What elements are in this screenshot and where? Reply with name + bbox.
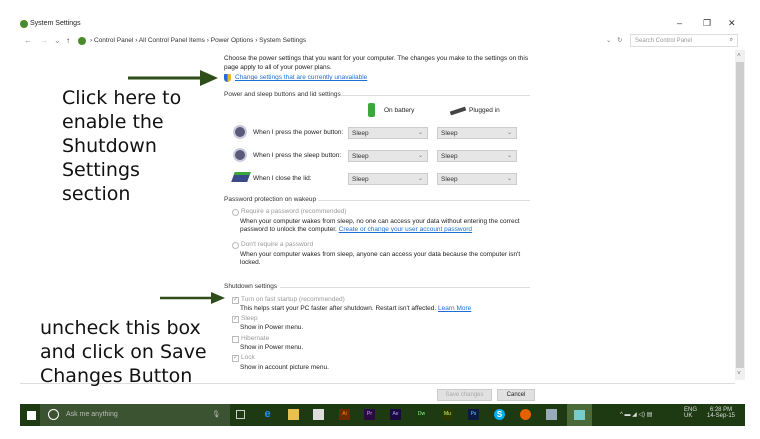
annotation-line: Changes Button xyxy=(40,365,193,387)
control-panel-icon xyxy=(574,410,585,420)
annotation-line: Click here to xyxy=(62,87,182,109)
cortana-search-box[interactable]: Ask me anything xyxy=(40,404,230,426)
arrow-to-fast-startup xyxy=(160,292,225,304)
annotation-line: Shutdown xyxy=(62,135,157,157)
annotation-line: and click on Save xyxy=(40,341,207,363)
control-panel-taskbar-button[interactable] xyxy=(567,404,592,426)
arrow-to-change-settings xyxy=(128,70,218,86)
annotation-enable-shutdown: Click here to enable the Shutdown Settin… xyxy=(62,86,181,206)
edge-icon[interactable]: e xyxy=(262,409,273,420)
annotation-uncheck-box: uncheck this box and click on Save Chang… xyxy=(40,316,207,388)
start-button-windows-icon[interactable] xyxy=(27,411,36,420)
illustrator-icon[interactable]: Ai xyxy=(339,409,350,420)
language-indicator[interactable]: ENG UK xyxy=(684,407,697,419)
date: 14-Sep-15 xyxy=(707,413,736,419)
search-placeholder: Ask me anything xyxy=(66,411,118,418)
premiere-icon[interactable]: Pr xyxy=(364,409,375,420)
photoshop-icon[interactable]: Ps xyxy=(468,409,479,420)
cortana-icon xyxy=(48,409,59,420)
file-explorer-icon[interactable] xyxy=(288,409,299,420)
annotation-line: Settings xyxy=(62,159,140,181)
region: UK xyxy=(684,413,693,419)
annotation-line: section xyxy=(62,183,131,205)
store-icon[interactable] xyxy=(313,409,324,420)
after-effects-icon[interactable]: Ae xyxy=(390,409,401,420)
microphone-icon[interactable]: 🎙 xyxy=(212,410,220,418)
dreamweaver-icon[interactable]: Dw xyxy=(416,409,427,420)
clock[interactable]: 6:28 PM 14-Sep-15 xyxy=(707,407,735,419)
skype-icon[interactable]: S xyxy=(494,409,505,420)
annotation-line: uncheck this box xyxy=(40,317,201,339)
firefox-icon[interactable] xyxy=(520,409,531,420)
annotation-line: enable the xyxy=(62,111,164,133)
task-view-icon[interactable] xyxy=(236,410,245,419)
muse-icon[interactable]: Mu xyxy=(442,409,453,420)
word-icon[interactable] xyxy=(546,409,557,420)
system-tray-icons[interactable]: ^ ▬ ◢ ◁) ▤ xyxy=(620,411,652,418)
